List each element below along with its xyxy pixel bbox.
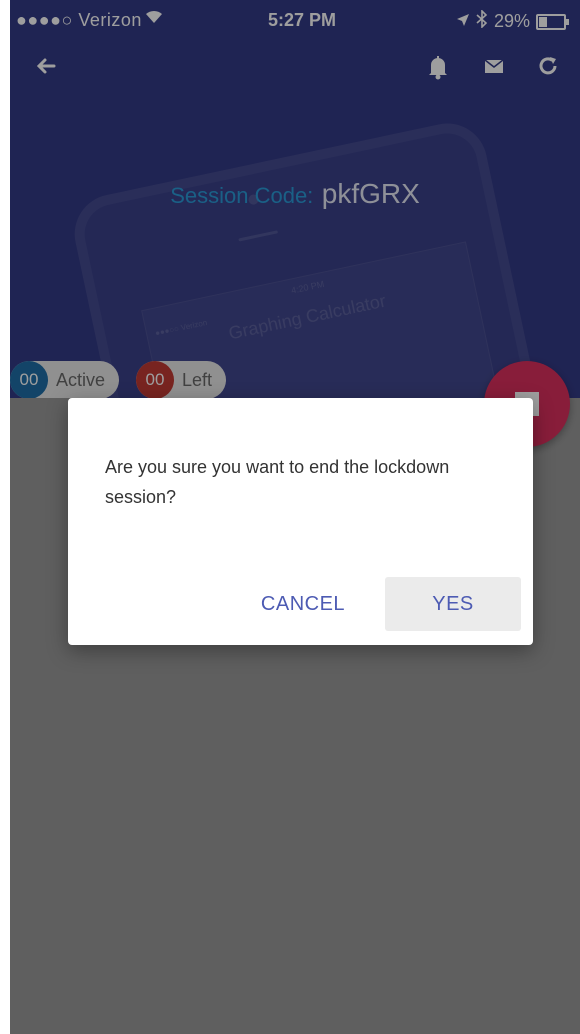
yes-button[interactable]: YES (385, 577, 521, 631)
cancel-button[interactable]: CANCEL (240, 577, 366, 631)
confirm-dialog: Are you sure you want to end the lockdow… (68, 398, 533, 645)
app-screen: ●●●○○ Verizon 4:20 PM Graphing Calculato… (10, 0, 580, 1034)
dialog-message: Are you sure you want to end the lockdow… (105, 457, 450, 507)
